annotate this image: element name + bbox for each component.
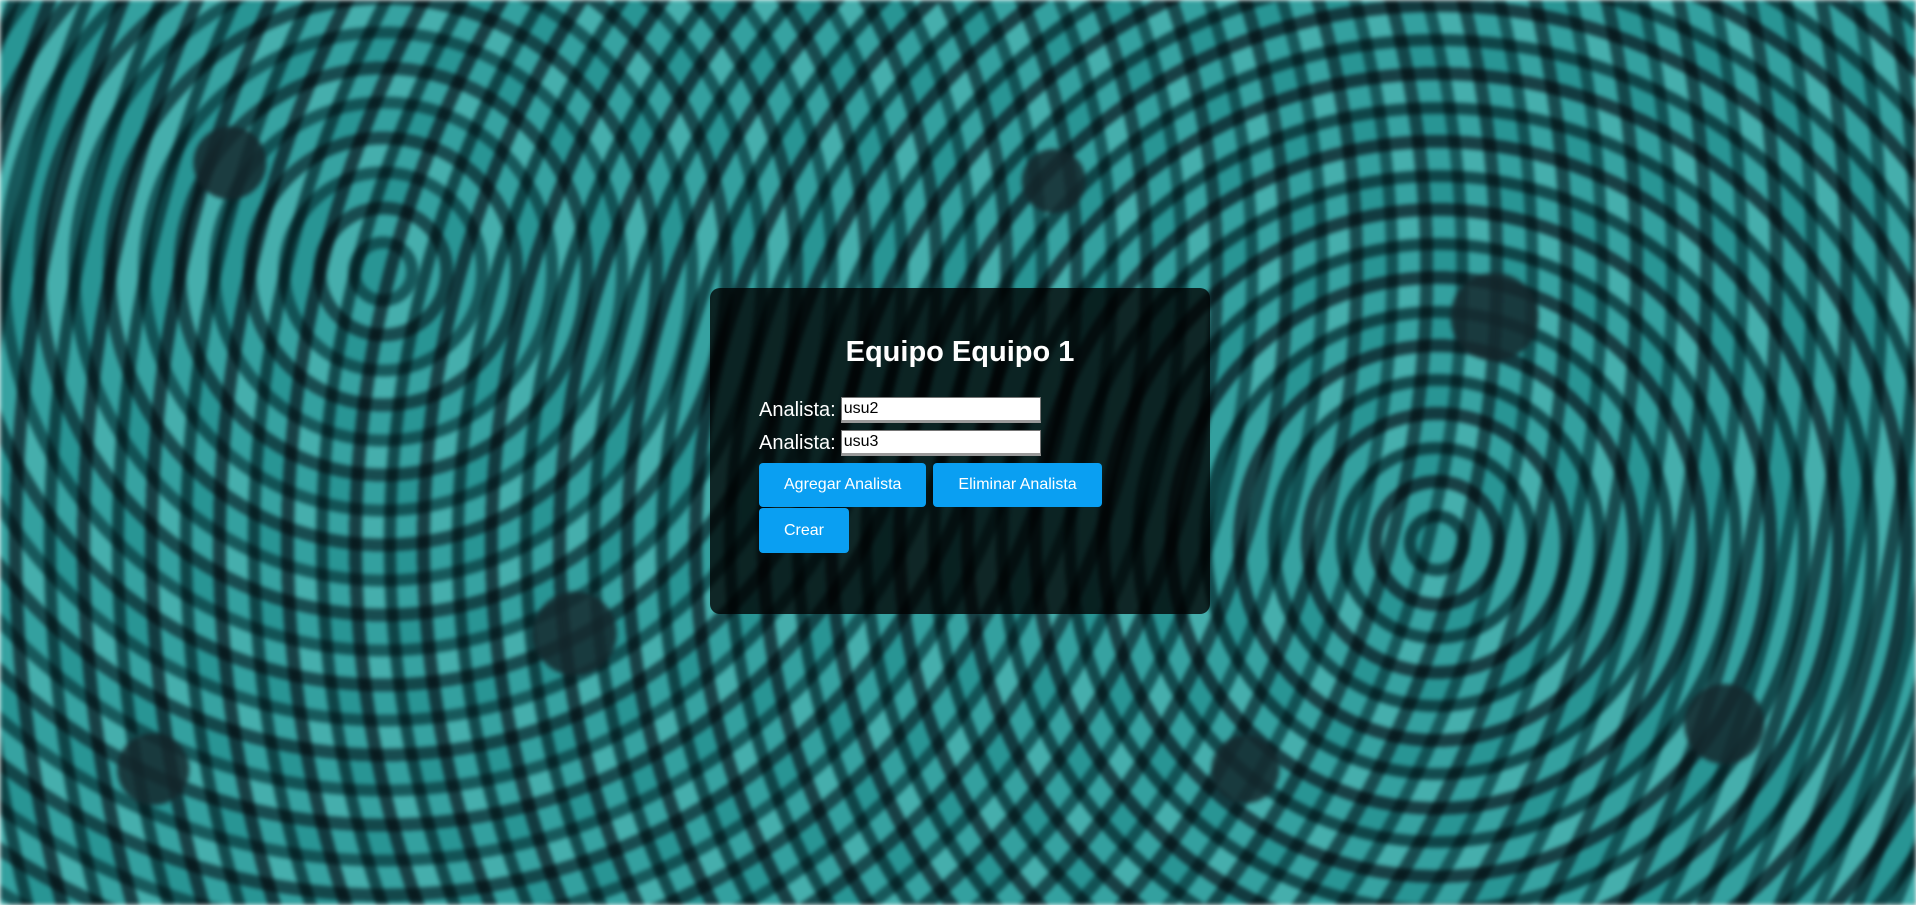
page-title: Equipo Equipo 1 xyxy=(845,336,1075,368)
team-form-card: Equipo Equipo 1 Analista: Analista: Agre… xyxy=(710,288,1210,614)
form-actions: Crear xyxy=(759,508,1161,553)
analyst-input[interactable] xyxy=(840,429,1041,456)
analyst-actions: Agregar Analista Eliminar Analista xyxy=(759,463,1161,507)
remove-analyst-button[interactable]: Eliminar Analista xyxy=(933,463,1102,507)
analyst-input[interactable] xyxy=(840,396,1041,423)
create-button[interactable]: Crear xyxy=(759,508,850,553)
analyst-row: Analista: xyxy=(759,393,1161,426)
analyst-label: Analista: xyxy=(759,431,836,454)
analyst-row: Analista: xyxy=(759,426,1161,459)
analyst-label: Analista: xyxy=(759,398,836,421)
analyst-list: Analista: Analista: Agregar Analista Eli… xyxy=(759,393,1161,553)
add-analyst-button[interactable]: Agregar Analista xyxy=(759,463,927,507)
